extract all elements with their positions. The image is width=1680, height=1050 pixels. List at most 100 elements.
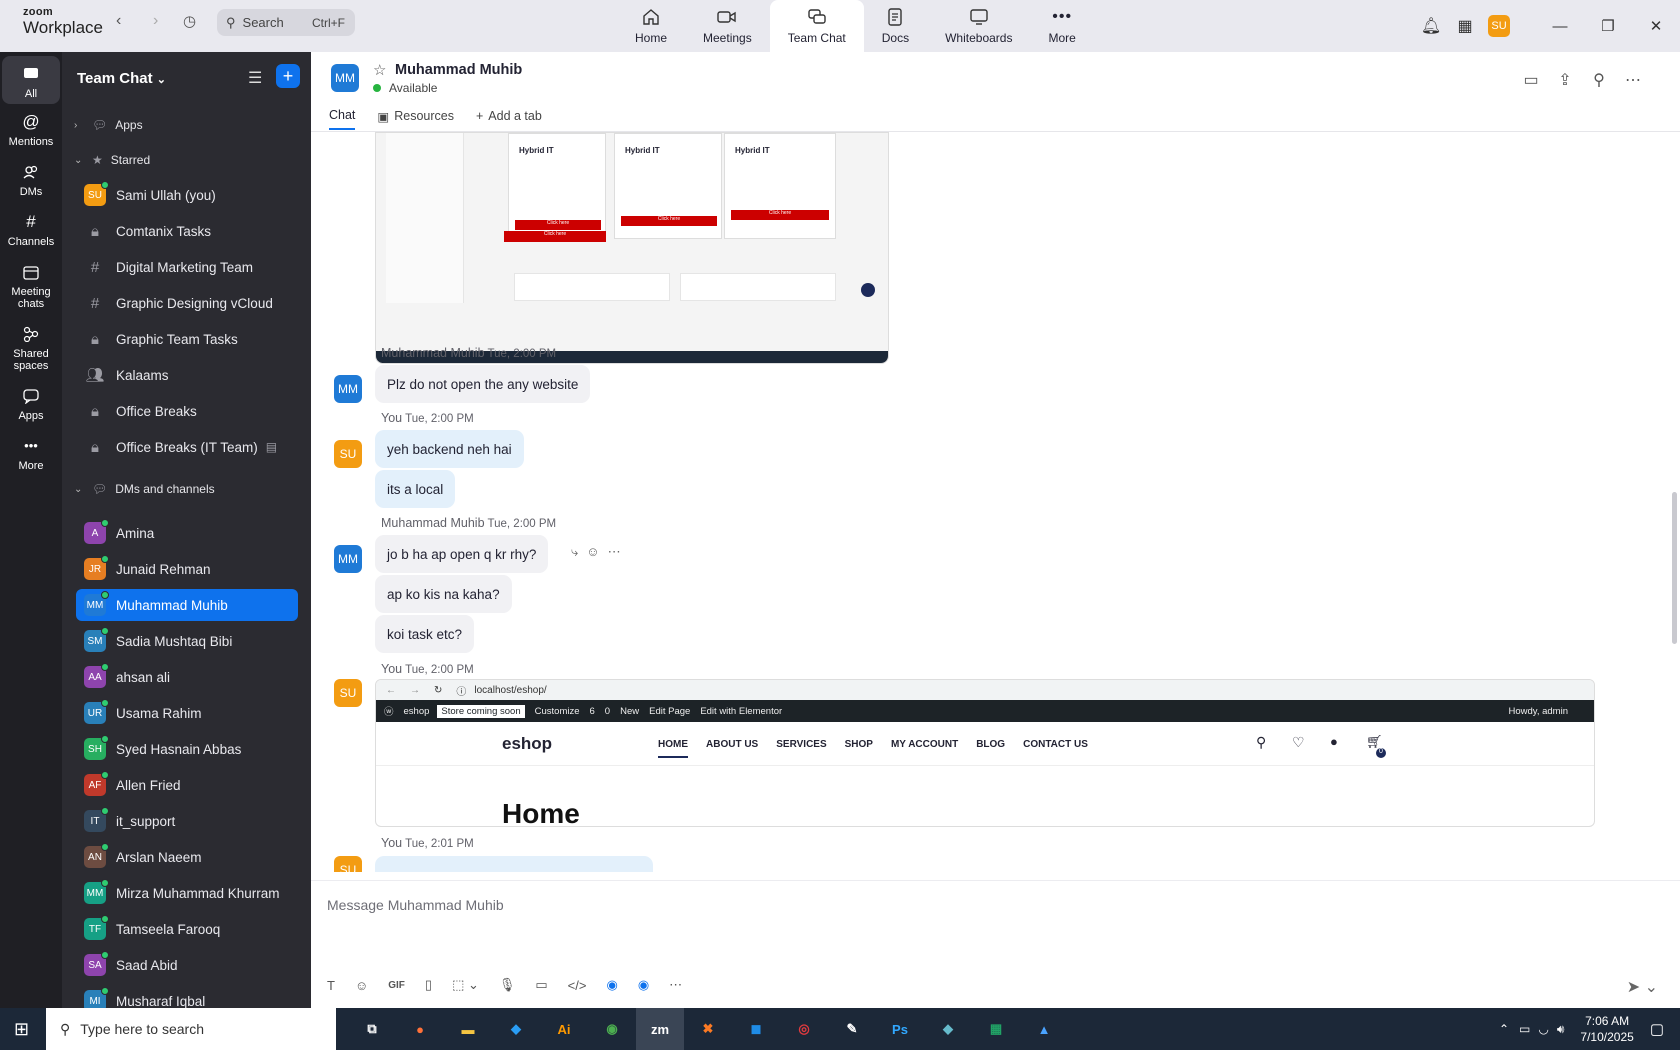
star-outline-icon[interactable]: ☆ (373, 61, 386, 79)
app-icon[interactable]: ◆ (924, 1008, 972, 1050)
pen-tool-icon[interactable]: ✎ (828, 1008, 876, 1050)
windows-start-icon[interactable]: ⊞ (14, 1019, 29, 1040)
photoshop-icon[interactable]: Ps (876, 1008, 924, 1050)
task-view-icon[interactable]: ⧉ (348, 1008, 396, 1050)
screenshot-icon[interactable]: ⬚ ⌄ (452, 977, 479, 993)
sidebar-item-dm[interactable]: A Amina (76, 517, 298, 549)
video-call-icon[interactable]: ▭ (1514, 70, 1548, 90)
close-icon[interactable]: ✕ (1632, 17, 1680, 35)
app-icon[interactable]: ◉ (638, 977, 649, 993)
calendar-icon[interactable]: ▦ (1448, 16, 1482, 36)
minimize-icon[interactable]: — (1536, 18, 1584, 35)
sidebar-title[interactable]: Team Chat ⌄ (77, 70, 166, 87)
notifications-icon[interactable]: ▢ (1650, 1020, 1664, 1038)
sidebar-item-dm[interactable]: SH Syed Hasnain Abbas (76, 733, 298, 765)
rail-dms[interactable]: DMs (0, 162, 62, 198)
shared-image-1[interactable]: Hybrid IT Click here Click here Hybrid I… (375, 132, 889, 364)
new-chat-button[interactable]: + (276, 64, 300, 88)
avatar[interactable]: SU (334, 440, 362, 468)
tab-team-chat[interactable]: Team Chat (769, 0, 864, 52)
sidebar-item-office-breaks-it[interactable]: 🔒︎ Office Breaks (IT Team) ▤ (76, 431, 298, 463)
sidebar-item-dm[interactable]: MM Muhammad Muhib (76, 589, 298, 621)
avatar[interactable]: MM (334, 545, 362, 573)
rail-channels[interactable]: # Channels (0, 212, 62, 248)
rail-all[interactable]: All (2, 56, 60, 104)
creative-cloud-icon[interactable]: ◎ (780, 1008, 828, 1050)
tab-home[interactable]: Home (617, 0, 685, 52)
text-format-icon[interactable]: T (327, 977, 335, 993)
history-icon[interactable]: ◷ (183, 12, 196, 30)
contact-name[interactable]: Muhammad Muhib (395, 62, 522, 78)
gif-icon[interactable]: GIF (388, 977, 405, 993)
mic-icon[interactable]: 🎙︎ (499, 977, 516, 993)
profile-avatar[interactable]: SU (1482, 15, 1516, 37)
contact-avatar[interactable]: MM (331, 64, 359, 92)
message-bubble[interactable]: Plz do not open the any website (375, 365, 591, 403)
avatar[interactable]: SU (334, 856, 362, 872)
section-dms[interactable]: ⌄ 💬︎ DMs and channels (74, 482, 215, 496)
tab-add[interactable]: + Add a tab (476, 108, 542, 130)
scrollbar[interactable] (1672, 492, 1677, 644)
message-bubble[interactable]: yeh backend neh hai (375, 430, 524, 468)
message-bubble[interactable]: its a local (375, 470, 456, 508)
app-icon[interactable]: ◉ (606, 977, 617, 993)
outlook-icon[interactable]: ◼ (732, 1008, 780, 1050)
forward-arrow-icon[interactable]: › (153, 12, 158, 30)
emoji-icon[interactable]: ☺ (355, 977, 368, 993)
avatar[interactable]: SU (334, 679, 362, 707)
sidebar-item-dm[interactable]: TF Tamseela Farooq (76, 913, 298, 945)
rail-mentions[interactable]: @ Mentions (0, 112, 62, 148)
search-box[interactable]: ⚲ Search Ctrl+F (217, 9, 355, 36)
firefox-icon[interactable]: ● (396, 1008, 444, 1050)
sidebar-item-office-breaks[interactable]: 🔒︎ Office Breaks (76, 395, 298, 427)
illustrator-icon[interactable]: Ai (540, 1008, 588, 1050)
message-composer[interactable]: Message Muhammad Muhib T ☺ GIF ▯ ⬚ ⌄ 🎙︎ … (311, 880, 1680, 1008)
sidebar-item-dm[interactable]: JR Junaid Rehman (76, 553, 298, 585)
message-bubble[interactable]: jo b ha ap open q kr rhy? (375, 535, 549, 573)
more-options-icon[interactable]: ⋯ (1616, 70, 1650, 90)
sidebar-item-dm[interactable]: UR Usama Rahim (76, 697, 298, 729)
sidebar-item-graphic-team-tasks[interactable]: 🔒︎ Graphic Team Tasks (76, 323, 298, 355)
filter-icon[interactable]: ☰ (248, 68, 262, 88)
tab-chat[interactable]: Chat (329, 108, 356, 130)
emoji-icon[interactable]: ☺ (586, 544, 599, 560)
file-icon[interactable]: ▯ (425, 977, 432, 993)
tab-resources[interactable]: ▣ Resources (377, 108, 454, 130)
taskbar-search[interactable]: ⚲ Type here to search (46, 1008, 336, 1050)
excel-icon[interactable]: ▦ (972, 1008, 1020, 1050)
rail-apps[interactable]: Apps (0, 386, 62, 422)
sidebar-item-dm[interactable]: SM Sadia Mushtaq Bibi (76, 625, 298, 657)
search-icon[interactable]: ⚲ (1582, 70, 1616, 90)
sidebar-item-kalaams[interactable]: 👥︎ Kalaams (76, 359, 298, 391)
xampp-icon[interactable]: ✖ (684, 1008, 732, 1050)
section-starred[interactable]: ⌄ ★ Starred (74, 153, 150, 167)
volume-icon[interactable]: 🔊︎ (1557, 1022, 1565, 1037)
sidebar-item-dm[interactable]: AF Allen Fried (76, 769, 298, 801)
rail-shared-spaces[interactable]: Shared spaces (0, 324, 62, 372)
sidebar-item-dm[interactable]: MM Mirza Muhammad Khurram (76, 877, 298, 909)
chevron-up-icon[interactable]: ⌃ (1499, 1022, 1509, 1036)
maximize-icon[interactable]: ❐ (1584, 17, 1632, 35)
sidebar-item-dm[interactable]: IT it_support (76, 805, 298, 837)
sidebar-item-dm[interactable]: AA ahsan ali (76, 661, 298, 693)
section-apps[interactable]: › 💬︎ Apps (74, 118, 143, 132)
wifi-icon[interactable]: ◡ (1538, 1022, 1548, 1036)
sidebar-item-comtanix-tasks[interactable]: 🔒︎ Comtanix Tasks (76, 215, 298, 247)
bell-icon[interactable]: 🔔︎ (1414, 16, 1448, 36)
message-bubble[interactable]: ap ko kis na kaha? (375, 575, 512, 613)
sidebar-item-sami-ullah[interactable]: SU Sami Ullah (you) (76, 179, 298, 211)
rail-meeting-chats[interactable]: Meeting chats (0, 262, 62, 310)
video-message-icon[interactable]: ▭ (535, 977, 547, 993)
reply-icon[interactable]: ⤷ (571, 544, 578, 560)
message-bubble-truncated[interactable] (375, 856, 653, 872)
vscode-icon[interactable]: ◆ (492, 1008, 540, 1050)
sidebar-item-digital-marketing[interactable]: # Digital Marketing Team (76, 251, 298, 283)
share-screen-icon[interactable]: ⇪ (1548, 70, 1582, 90)
sidebar-item-dm[interactable]: SA Saad Abid (76, 949, 298, 981)
tab-docs[interactable]: Docs (864, 0, 927, 52)
code-icon[interactable]: </> (568, 977, 587, 993)
sidebar-item-dm[interactable]: AN Arslan Naeem (76, 841, 298, 873)
message-input[interactable]: Message Muhammad Muhib (327, 897, 504, 913)
network-icon[interactable]: ▭ (1519, 1022, 1530, 1036)
chrome-icon[interactable]: ◉ (588, 1008, 636, 1050)
